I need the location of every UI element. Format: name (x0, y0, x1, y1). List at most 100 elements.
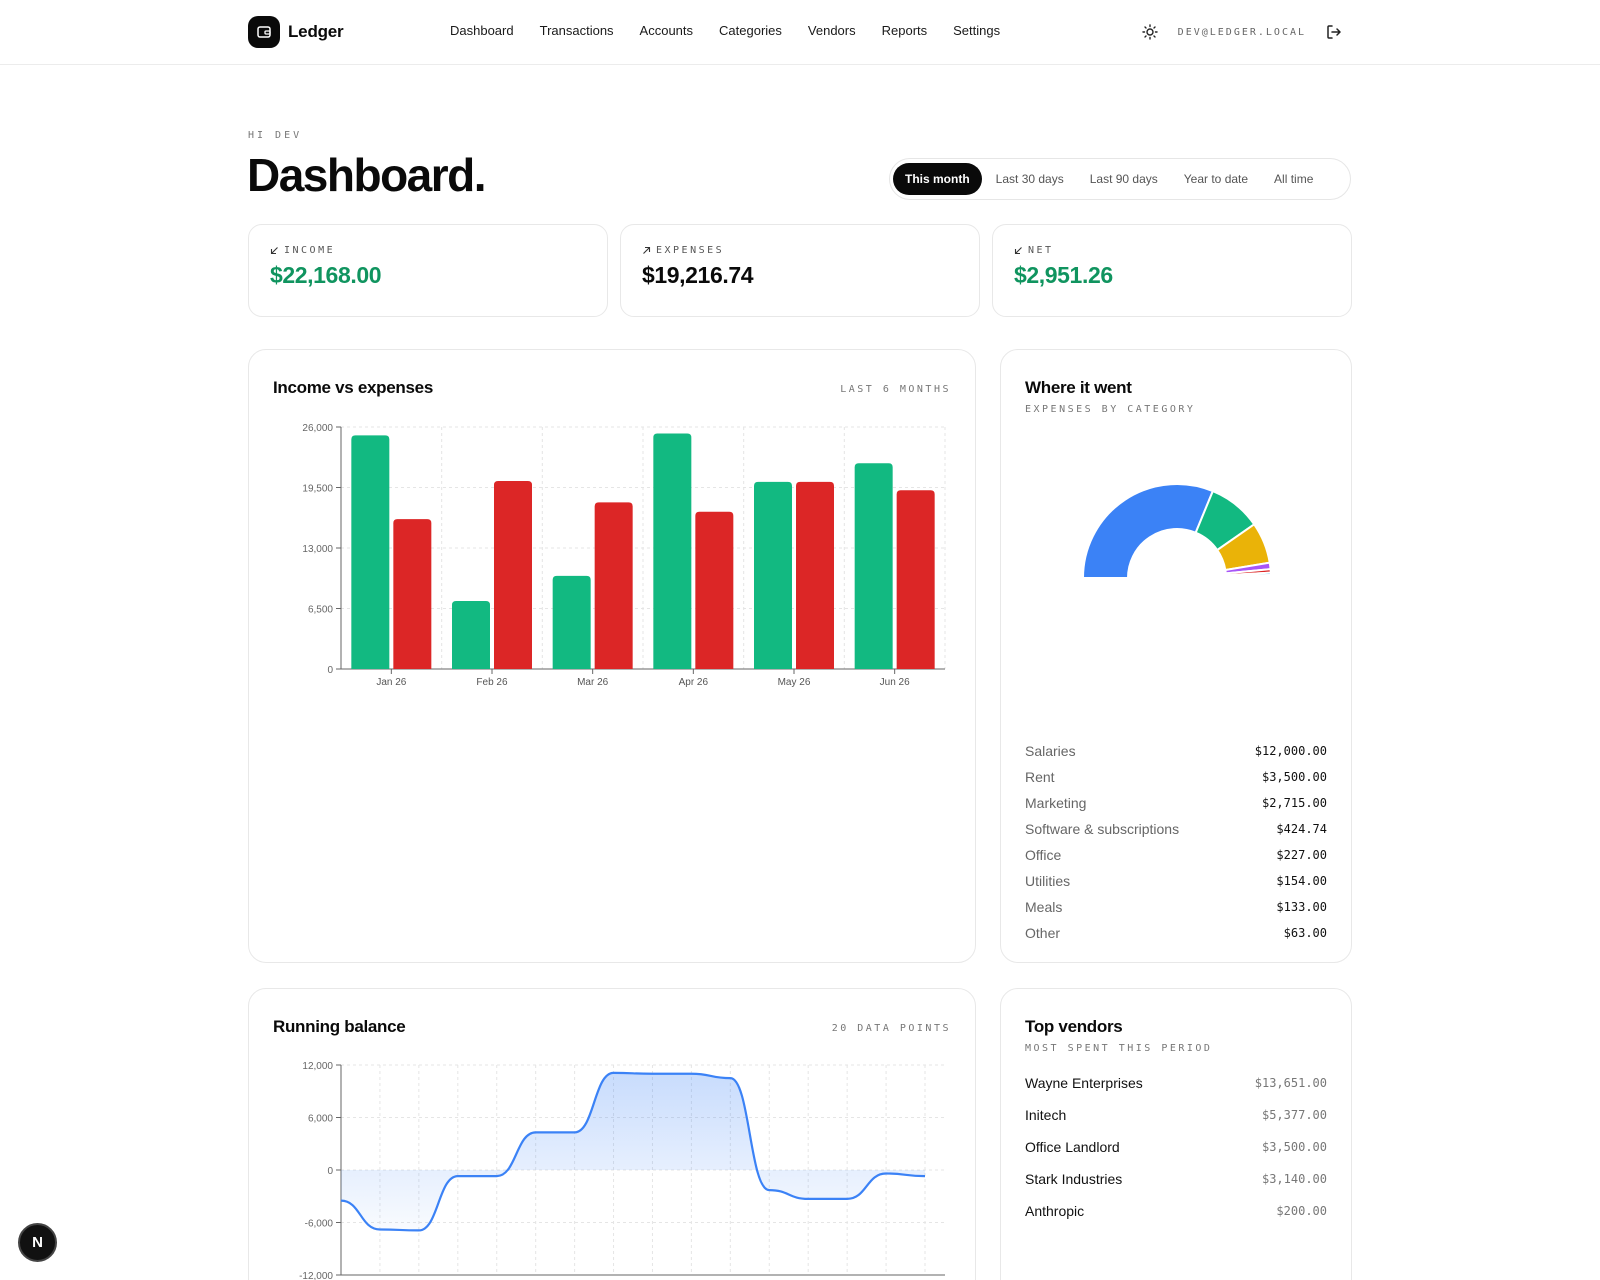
expense-bar (393, 519, 432, 669)
list-item[interactable]: Marketing $2,715.00 (1025, 790, 1327, 816)
net-value: $2,951.26 (1014, 262, 1113, 288)
list-item[interactable]: Other $63.00 (1025, 920, 1327, 946)
expenses-card: EXPENSES $19,216.74 (620, 224, 980, 317)
expenses-donut-chart (1081, 483, 1273, 579)
nav-item-settings[interactable]: Settings (953, 23, 1000, 38)
x-tick-label: Apr 26 (679, 677, 709, 688)
vendor-amount: $13,651.00 (1254, 1076, 1327, 1090)
expense-bar (494, 480, 532, 669)
where-it-went-panel: Where it went EXPENSES BY CATEGORY Salar… (1000, 349, 1352, 963)
category-amount: $424.74 (1276, 822, 1327, 836)
income-value: $22,168.00 (270, 262, 382, 288)
expenses-label: EXPENSES (642, 245, 958, 256)
nav-item-categories[interactable]: Categories (719, 23, 782, 38)
vendor-name: Anthropic (1025, 1203, 1085, 1219)
nav-item-reports[interactable]: Reports (882, 23, 928, 38)
nav-item-transactions[interactable]: Transactions (540, 23, 614, 38)
expenses-value: $19,216.74 (642, 262, 754, 288)
x-tick-label: May 26 (778, 677, 811, 688)
user-area: DEV@LEDGER.LOCAL (1140, 22, 1344, 42)
list-item[interactable]: Meals $133.00 (1025, 894, 1327, 920)
expense-bar (796, 481, 834, 669)
x-tick-label: Feb 26 (476, 677, 508, 688)
list-item[interactable]: Rent $3,500.00 (1025, 764, 1327, 790)
range-tab-last-90-days[interactable]: Last 90 days (1078, 163, 1170, 195)
logout-icon[interactable] (1324, 22, 1344, 42)
brand-name: Ledger (288, 22, 344, 41)
date-range-tabs: This month Last 30 days Last 90 days Yea… (889, 158, 1351, 200)
y-tick-label: 13,000 (302, 544, 333, 555)
range-tab-last-30-days[interactable]: Last 30 days (984, 163, 1076, 195)
x-tick-label: Mar 26 (577, 677, 609, 688)
category-name: Rent (1025, 769, 1055, 785)
category-name: Other (1025, 925, 1061, 941)
y-tick-label: 12,000 (302, 1061, 333, 1072)
category-amount: $3,500.00 (1261, 770, 1327, 784)
income-card: INCOME $22,168.00 (248, 224, 608, 317)
vendor-amount: $200.00 (1276, 1204, 1327, 1218)
running-balance-panel: Running balance 20 DATA POINTS -12,000 -6… (248, 988, 976, 1280)
range-tab-all-time[interactable]: All time (1262, 163, 1325, 195)
list-item[interactable]: Wayne Enterprises $13,651.00 (1025, 1067, 1327, 1099)
nav-item-accounts[interactable]: Accounts (640, 23, 693, 38)
category-name: Office (1025, 847, 1062, 863)
arrow-down-left-icon (1014, 247, 1022, 255)
vendor-list: Wayne Enterprises $13,651.00 Initech $5,37… (1025, 1067, 1327, 1227)
category-list: Salaries $12,000.00 Rent $3,500.00 Marketi… (1025, 738, 1327, 946)
vendor-amount: $3,140.00 (1261, 1172, 1327, 1186)
expense-bar (896, 490, 935, 669)
list-item[interactable]: Utilities $154.00 (1025, 868, 1327, 894)
greeting: HI DEV (248, 130, 303, 141)
list-item[interactable]: Office $227.00 (1025, 842, 1327, 868)
income-bar (754, 481, 792, 669)
expenses-label-text: EXPENSES (656, 245, 725, 256)
sun-icon[interactable] (1140, 22, 1160, 42)
x-tick-label: Jun 26 (880, 677, 910, 688)
vendor-name: Stark Industries (1025, 1171, 1123, 1187)
nav-item-dashboard[interactable]: Dashboard (450, 23, 514, 38)
list-item[interactable]: Office Landlord $3,500.00 (1025, 1131, 1327, 1163)
running-balance-chart: -12,000 -6,000 0 6,000 12,000 (299, 1061, 945, 1280)
vendor-name: Wayne Enterprises (1025, 1075, 1143, 1091)
category-name: Utilities (1025, 873, 1071, 889)
top-vendors-subtitle: MOST SPENT THIS PERIOD (1025, 1043, 1213, 1054)
income-expenses-panel: Income vs expenses LAST 6 MONTHS 0 6,500 1… (248, 349, 976, 963)
top-vendors-title: Top vendors (1025, 1017, 1123, 1036)
y-tick-label: 26,000 (302, 423, 333, 434)
expense-bar (695, 511, 734, 669)
nextjs-dev-badge[interactable]: N (18, 1223, 57, 1262)
list-item[interactable]: Software & subscriptions $424.74 (1025, 816, 1327, 842)
income-bar (452, 601, 490, 669)
category-name: Marketing (1025, 795, 1087, 811)
y-tick-label: -6,000 (305, 1219, 334, 1230)
page-title: Dashboard. (247, 149, 487, 201)
list-item[interactable]: Stark Industries $3,140.00 (1025, 1163, 1327, 1195)
range-tab-this-month[interactable]: This month (893, 163, 982, 195)
wallet-icon (248, 16, 280, 48)
list-item[interactable]: Salaries $12,000.00 (1025, 738, 1327, 764)
y-tick-label: 6,500 (308, 605, 333, 616)
category-amount: $133.00 (1276, 900, 1327, 914)
top-navbar: Ledger Dashboard Transactions Accounts C… (0, 0, 1600, 65)
list-item[interactable]: Initech $5,377.00 (1025, 1099, 1327, 1131)
other-slice (1224, 576, 1273, 579)
net-card: NET $2,951.26 (992, 224, 1352, 317)
list-item[interactable]: Anthropic $200.00 (1025, 1195, 1327, 1227)
arrow-down-left-icon (270, 247, 278, 255)
range-tab-year-to-date[interactable]: Year to date (1172, 163, 1260, 195)
income-bar (854, 463, 893, 669)
nav-item-vendors[interactable]: Vendors (808, 23, 856, 38)
y-tick-label: 6,000 (308, 1114, 333, 1125)
top-vendors-panel: Top vendors MOST SPENT THIS PERIOD Wayne… (1000, 988, 1352, 1280)
main-nav: Dashboard Transactions Accounts Categori… (450, 23, 1026, 38)
category-amount: $12,000.00 (1254, 744, 1327, 758)
vendor-name: Office Landlord (1025, 1139, 1120, 1155)
income-bar (351, 435, 390, 669)
brand[interactable]: Ledger (248, 16, 344, 48)
vendor-amount: $3,500.00 (1261, 1140, 1327, 1154)
user-email: DEV@LEDGER.LOCAL (1177, 26, 1306, 38)
category-name: Meals (1025, 899, 1063, 915)
y-tick-label: 19,500 (302, 484, 333, 495)
category-amount: $63.00 (1283, 926, 1327, 940)
salaries-slice (1081, 483, 1215, 579)
